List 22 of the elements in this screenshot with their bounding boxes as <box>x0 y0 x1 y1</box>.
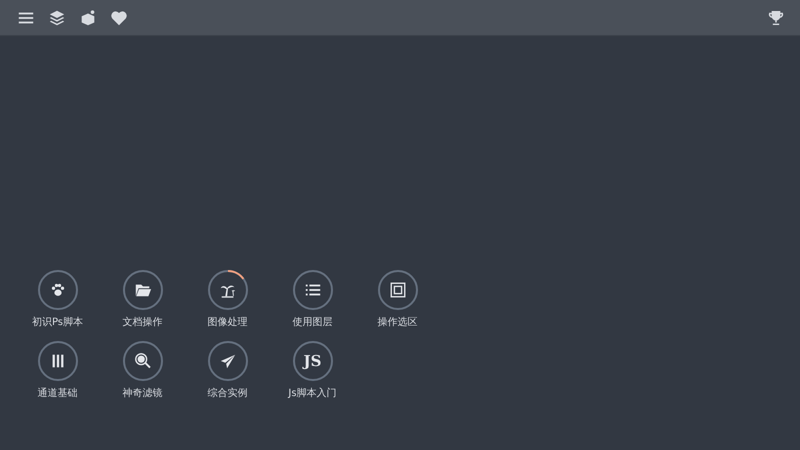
lesson-label: Js脚本入门 <box>288 386 337 400</box>
js-icon: JS <box>304 352 322 370</box>
search-icon <box>134 352 152 370</box>
lesson-label: 初识Ps脚本 <box>32 316 84 329</box>
lesson-button[interactable] <box>38 270 78 310</box>
lesson-button[interactable] <box>208 341 248 381</box>
square-icon <box>388 281 406 299</box>
lesson-button[interactable] <box>292 270 332 310</box>
lesson-label: 操作选区 <box>378 316 418 329</box>
lesson-label: 图像处理 <box>208 316 248 329</box>
lesson-button[interactable] <box>122 270 162 310</box>
lesson-button[interactable] <box>122 341 162 381</box>
lesson-button[interactable]: JS <box>292 341 332 381</box>
lesson-label: 使用图层 <box>292 316 332 329</box>
lesson-label: 神奇滤镜 <box>122 386 162 400</box>
paper-plane-icon <box>218 352 236 370</box>
lesson-label: 文档操作 <box>122 316 162 329</box>
lesson-button[interactable] <box>378 270 418 310</box>
lesson-button[interactable] <box>38 341 78 381</box>
lesson-label: 通道基础 <box>38 386 78 400</box>
lesson-label: 综合实例 <box>208 386 248 400</box>
lesson-button[interactable] <box>208 270 248 310</box>
